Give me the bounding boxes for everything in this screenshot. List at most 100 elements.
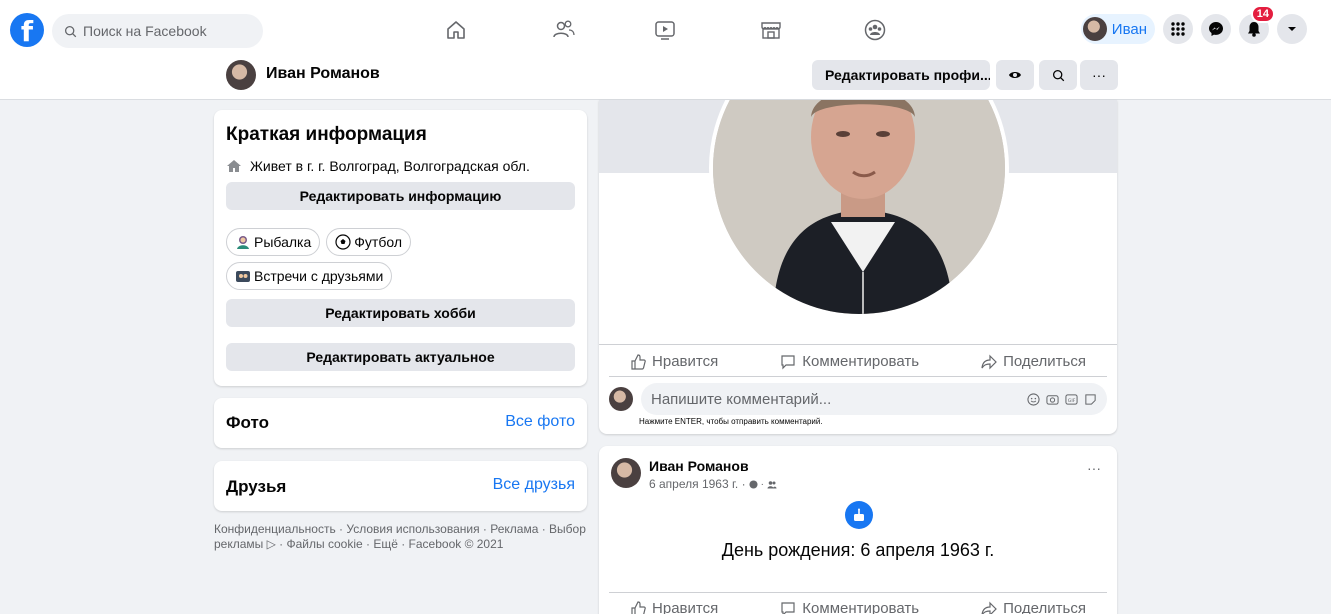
post-meta: 6 апреля 1963 г. · ·: [649, 477, 777, 491]
post-date[interactable]: 6 апреля 1963 г. ·: [649, 477, 746, 491]
post-author[interactable]: Иван Романов: [649, 458, 749, 474]
edit-hobbies-label: Редактировать хобби: [325, 305, 476, 321]
comment-hint: Нажмите ENTER, чтобы отправить комментар…: [639, 417, 823, 426]
bell-icon: [1248, 22, 1260, 37]
home-icon[interactable]: [444, 18, 468, 42]
hobbies-row-1: Рыбалка Футбол: [226, 228, 417, 256]
cake-icon: [854, 508, 864, 521]
lives-in-text: Живет в г. г. Волгоград, Волгоградская о…: [250, 158, 530, 174]
friends-title: Друзья: [226, 477, 287, 496]
view-as-button[interactable]: [996, 60, 1034, 90]
profile-name[interactable]: Иван Романов: [266, 65, 380, 83]
comment-tools: GIF: [1027, 392, 1097, 406]
eye-icon: [1009, 72, 1021, 78]
all-friends-link[interactable]: Все друзья: [493, 476, 575, 494]
notifications-badge: 14: [1250, 5, 1275, 23]
friends-icon[interactable]: [552, 18, 576, 42]
more-icon: ···: [1092, 67, 1106, 83]
share-label: Поделиться: [1003, 600, 1086, 614]
friends-audience-icon[interactable]: [767, 480, 777, 489]
comment-input[interactable]: [651, 390, 991, 408]
avatar: [1082, 17, 1107, 41]
emoji-icon[interactable]: [1027, 392, 1040, 406]
profile-shortcut-name: Иван: [1111, 20, 1147, 38]
share-icon: [981, 354, 997, 369]
share-icon: [981, 601, 997, 614]
comment-field[interactable]: GIF: [641, 383, 1107, 415]
comment-label: Комментировать: [802, 600, 920, 614]
hobby-label: Рыбалка: [254, 234, 312, 250]
profile-photo-post: Нравится Комментировать Поделиться GIF Н…: [599, 100, 1117, 434]
post-actions: Нравится Комментировать Поделиться: [599, 600, 1117, 614]
separator-dot: ·: [760, 478, 764, 490]
camera-icon[interactable]: [1046, 393, 1059, 406]
like-icon: [631, 353, 646, 370]
hobby-chip-football[interactable]: Футбол: [326, 228, 412, 256]
avatar[interactable]: [226, 60, 256, 90]
meeting-friends-icon: [236, 271, 250, 282]
edit-featured-label: Редактировать актуальное: [306, 349, 495, 365]
profile-picture[interactable]: [709, 100, 1009, 318]
like-button[interactable]: Нравится: [630, 353, 718, 370]
search-icon: [1052, 69, 1064, 81]
hobbies-row-2: Встречи с друзьями: [226, 262, 398, 290]
comment-icon: [781, 601, 795, 614]
profile-shortcut[interactable]: Иван: [1080, 14, 1155, 44]
messenger-button[interactable]: [1201, 14, 1231, 44]
grid-menu-icon: [1171, 22, 1185, 36]
comment-composer: GIF: [609, 383, 1107, 415]
photos-card: Фото Все фото: [214, 398, 587, 448]
share-label: Поделиться: [1003, 353, 1086, 370]
hobby-chip-fishing[interactable]: Рыбалка: [226, 228, 321, 256]
gif-icon[interactable]: GIF: [1065, 393, 1078, 406]
profile-sticky-bar: Иван Романов Редактировать профи... ···: [0, 50, 1331, 100]
fishing-icon: [237, 236, 249, 249]
all-photos-link[interactable]: Все фото: [505, 413, 575, 431]
event-text: День рождения: 6 апреля 1963 г.: [721, 540, 995, 560]
hobby-chip-friends[interactable]: Встречи с друзьями: [226, 262, 393, 290]
like-label: Нравится: [652, 353, 719, 370]
search-input[interactable]: [83, 23, 253, 39]
watch-icon[interactable]: [653, 18, 677, 42]
avatar[interactable]: [611, 458, 641, 488]
notifications-button[interactable]: 14: [1239, 5, 1275, 44]
post-more-button[interactable]: ···: [1087, 460, 1101, 476]
friends-card: Друзья Все друзья: [214, 461, 587, 511]
facebook-logo-icon[interactable]: f: [10, 13, 44, 47]
comment-button[interactable]: Комментировать: [780, 600, 919, 614]
edit-info-button[interactable]: Редактировать информацию: [226, 182, 575, 210]
comment-button[interactable]: Комментировать: [780, 353, 919, 370]
privacy-icon[interactable]: [749, 479, 758, 489]
edit-profile-label: Редактировать профи...: [825, 67, 990, 83]
comment-icon: [781, 354, 795, 369]
messenger-icon: [1209, 22, 1223, 36]
svg-text:GIF: GIF: [1068, 397, 1076, 403]
sticker-icon[interactable]: [1084, 393, 1097, 406]
account-button[interactable]: [1277, 14, 1307, 44]
edit-profile-button[interactable]: Редактировать профи...: [812, 60, 990, 90]
caret-down-icon: [1288, 27, 1296, 31]
edit-featured-button[interactable]: Редактировать актуальное: [226, 343, 575, 371]
more-options-button[interactable]: ···: [1080, 60, 1118, 90]
intro-card: Краткая информация Живет в г. г. Волгогр…: [214, 110, 587, 386]
menu-button[interactable]: [1163, 14, 1193, 44]
share-button[interactable]: Поделиться: [981, 600, 1086, 614]
search-box[interactable]: [52, 14, 263, 48]
house-icon: [227, 160, 241, 172]
divider: [609, 376, 1107, 377]
edit-hobbies-button[interactable]: Редактировать хобби: [226, 299, 575, 327]
divider: [599, 344, 1117, 345]
top-navigation-bar: f Иван 14: [0, 0, 1331, 56]
marketplace-icon[interactable]: [759, 18, 783, 42]
profile-search-button[interactable]: [1039, 60, 1077, 90]
photos-title: Фото: [226, 413, 269, 432]
hobby-label: Встречи с друзьями: [254, 268, 384, 284]
hobby-label: Футбол: [354, 234, 403, 250]
share-button[interactable]: Поделиться: [981, 353, 1086, 370]
footer-links[interactable]: Конфиденциальность · Условия использован…: [214, 522, 594, 552]
groups-icon[interactable]: [863, 18, 887, 42]
like-icon: [631, 600, 646, 614]
like-label: Нравится: [652, 600, 719, 614]
like-button[interactable]: Нравится: [630, 600, 718, 614]
intro-title: Краткая информация: [226, 124, 427, 145]
